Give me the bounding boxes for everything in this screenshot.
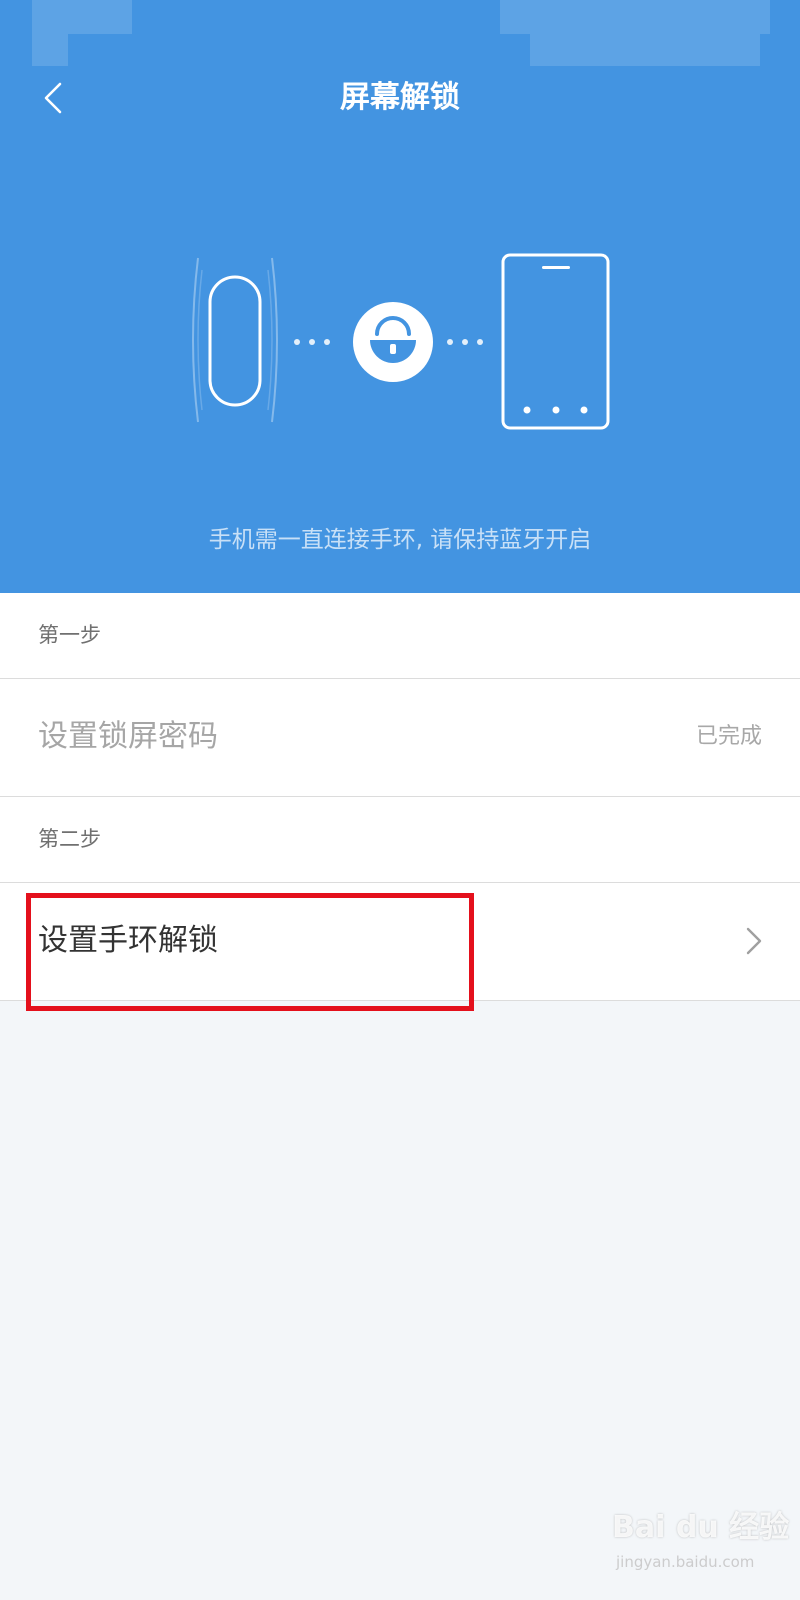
step1-section-header: 第一步 <box>0 593 800 679</box>
step2-section-header: 第二步 <box>0 797 800 883</box>
watermark-main-text: Bai du 经验 <box>612 1510 790 1545</box>
completed-status: 已完成 <box>695 724 762 749</box>
page-title: 屏幕解锁 <box>340 80 460 115</box>
watermark-url: jingyan.baidu.com <box>616 1553 755 1571</box>
unlock-illustration <box>192 253 610 430</box>
status-bar <box>0 0 800 68</box>
smartphone-icon <box>501 253 610 430</box>
dots-right <box>447 339 483 345</box>
unlocked-padlock-icon <box>353 302 433 382</box>
bluetooth-hint: 手机需一直连接手环, 请保持蓝牙开启 <box>208 527 592 553</box>
chevron-right-icon <box>746 927 762 955</box>
header-banner: 屏幕解锁 手机需一直连接手环, 请保持蓝牙开启 <box>0 0 800 593</box>
step1-label: 第一步 <box>38 623 101 647</box>
wristband-icon <box>192 257 278 423</box>
set-band-unlock-label: 设置手环解锁 <box>38 923 218 958</box>
set-lockscreen-password-row[interactable]: 设置锁屏密码 已完成 <box>0 679 800 797</box>
step2-label: 第二步 <box>38 827 101 851</box>
dots-left <box>294 339 330 345</box>
set-lockscreen-password-label: 设置锁屏密码 <box>38 719 218 754</box>
baidu-jingyan-watermark: Bai du 经验 jingyan.baidu.com <box>612 1488 789 1588</box>
set-band-unlock-row[interactable]: 设置手环解锁 <box>0 883 800 1001</box>
